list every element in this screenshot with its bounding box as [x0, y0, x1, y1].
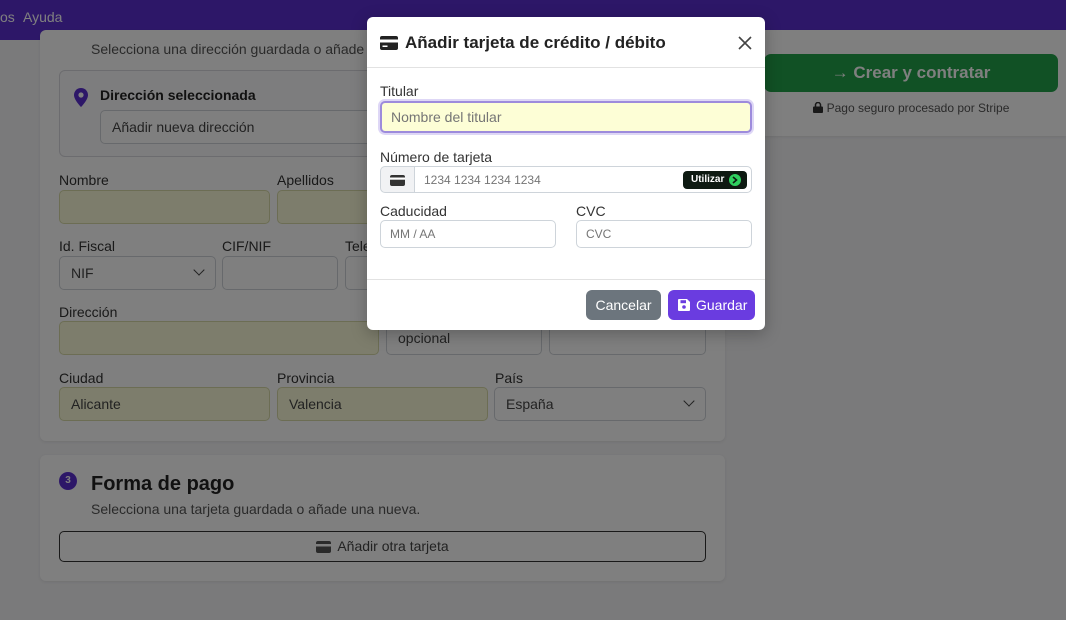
use-link-button[interactable]: Utilizar: [683, 171, 747, 189]
modal-footer-divider: [367, 279, 765, 280]
arrow-circle-icon: [729, 174, 741, 186]
save-button[interactable]: Guardar: [668, 290, 755, 320]
modal-title: Añadir tarjeta de crédito / débito: [405, 33, 666, 52]
expiry-label: Caducidad: [380, 203, 447, 219]
titular-input[interactable]: [380, 101, 752, 133]
floppy-disk-icon: [678, 299, 690, 311]
credit-card-icon: [390, 175, 405, 186]
card-number-label: Número de tarjeta: [380, 149, 493, 165]
add-card-modal: Añadir tarjeta de crédito / débito Titul…: [367, 17, 765, 330]
cvc-label: CVC: [576, 203, 606, 219]
credit-card-icon: [380, 36, 398, 50]
modal-header: Añadir tarjeta de crédito / débito: [367, 17, 765, 68]
expiry-input[interactable]: [380, 220, 556, 248]
titular-label: Titular: [380, 83, 419, 99]
save-button-label: Guardar: [696, 297, 748, 313]
card-number-prefix: [380, 166, 415, 193]
use-button-label: Utilizar: [691, 174, 725, 185]
cvc-input[interactable]: [576, 220, 752, 248]
cancel-button[interactable]: Cancelar: [586, 290, 661, 320]
close-icon[interactable]: [737, 35, 753, 51]
